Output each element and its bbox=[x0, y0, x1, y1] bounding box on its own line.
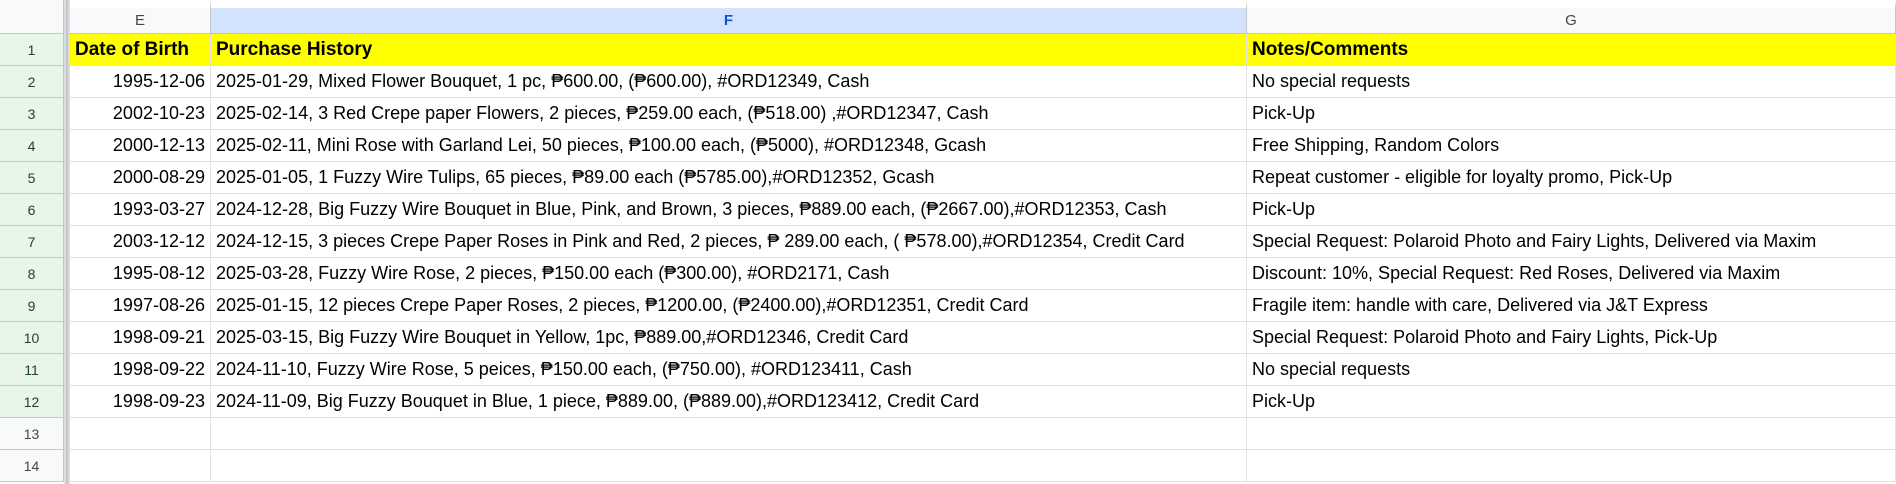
row-header[interactable]: 14 bbox=[0, 450, 64, 482]
cell-date-of-birth[interactable]: 1998-09-22 bbox=[70, 354, 211, 386]
header-purchase-history[interactable]: Purchase History bbox=[211, 34, 1247, 66]
header-date-of-birth[interactable]: Date of Birth bbox=[70, 34, 211, 66]
table-row: 1998-09-22 2024-11-10, Fuzzy Wire Rose, 5… bbox=[70, 354, 1896, 386]
row-header[interactable]: 1 bbox=[0, 34, 64, 66]
cell-date-of-birth[interactable]: 1998-09-21 bbox=[70, 322, 211, 354]
column-header-f[interactable]: F bbox=[211, 0, 1247, 34]
table-row: 1995-08-12 2025-03-28, Fuzzy Wire Rose, 2… bbox=[70, 258, 1896, 290]
cell-purchase-history[interactable]: 2025-02-11, Mini Rose with Garland Lei, … bbox=[211, 130, 1247, 162]
cell-purchase-history[interactable]: 2025-01-05, 1 Fuzzy Wire Tulips, 65 piec… bbox=[211, 162, 1247, 194]
cell-notes[interactable]: Pick-Up bbox=[1247, 386, 1896, 418]
cell-date-of-birth[interactable]: 1997-08-26 bbox=[70, 290, 211, 322]
row-header[interactable]: 5 bbox=[0, 162, 64, 194]
table-row: 1997-08-26 2025-01-15, 12 pieces Crepe Pa… bbox=[70, 290, 1896, 322]
cell-notes[interactable]: Fragile item: handle with care, Delivere… bbox=[1247, 290, 1896, 322]
cell-purchase-history[interactable]: 2024-11-10, Fuzzy Wire Rose, 5 peices, ₱… bbox=[211, 354, 1247, 386]
table-row: 1998-09-21 2025-03-15, Big Fuzzy Wire Bou… bbox=[70, 322, 1896, 354]
cell-purchase-history[interactable] bbox=[211, 450, 1247, 482]
table-row: 1995-12-06 2025-01-29, Mixed Flower Bouqu… bbox=[70, 66, 1896, 98]
cell-notes[interactable]: Free Shipping, Random Colors bbox=[1247, 130, 1896, 162]
cell-notes[interactable]: Special Request: Polaroid Photo and Fair… bbox=[1247, 226, 1896, 258]
spreadsheet-grid: E F G 1 2 3 4 5 6 7 8 9 10 11 12 13 14 Date of Birth P… bbox=[0, 0, 1896, 484]
select-all-corner[interactable] bbox=[0, 0, 64, 34]
row-header[interactable]: 12 bbox=[0, 386, 64, 418]
table-row: 1993-03-27 2024-12-28, Big Fuzzy Wire Bou… bbox=[70, 194, 1896, 226]
cell-date-of-birth[interactable]: 1995-08-12 bbox=[70, 258, 211, 290]
table-row: 2002-10-23 2025-02-14, 3 Red Crepe paper … bbox=[70, 98, 1896, 130]
cell-purchase-history[interactable]: 2025-01-15, 12 pieces Crepe Paper Roses,… bbox=[211, 290, 1247, 322]
cell-notes[interactable] bbox=[1247, 450, 1896, 482]
row-header[interactable]: 9 bbox=[0, 290, 64, 322]
cell-date-of-birth[interactable] bbox=[70, 418, 211, 450]
table-row: 2000-08-29 2025-01-05, 1 Fuzzy Wire Tulip… bbox=[70, 162, 1896, 194]
cell-date-of-birth[interactable]: 1998-09-23 bbox=[70, 386, 211, 418]
header-row: Date of Birth Purchase History Notes/Comme… bbox=[70, 34, 1896, 66]
row-header[interactable]: 2 bbox=[0, 66, 64, 98]
cell-purchase-history[interactable]: 2025-02-14, 3 Red Crepe paper Flowers, 2… bbox=[211, 98, 1247, 130]
row-header[interactable]: 7 bbox=[0, 226, 64, 258]
row-header[interactable]: 3 bbox=[0, 98, 64, 130]
cell-date-of-birth[interactable]: 1995-12-06 bbox=[70, 66, 211, 98]
cell-notes[interactable]: Pick-Up bbox=[1247, 194, 1896, 226]
cell-notes[interactable]: Repeat customer - eligible for loyalty p… bbox=[1247, 162, 1896, 194]
cell-date-of-birth[interactable]: 2000-12-13 bbox=[70, 130, 211, 162]
row-header[interactable]: 13 bbox=[0, 418, 64, 450]
table-row bbox=[70, 418, 1896, 450]
cell-date-of-birth[interactable]: 1993-03-27 bbox=[70, 194, 211, 226]
cell-purchase-history[interactable]: 2025-01-29, Mixed Flower Bouquet, 1 pc, … bbox=[211, 66, 1247, 98]
cell-date-of-birth[interactable]: 2002-10-23 bbox=[70, 98, 211, 130]
cell-purchase-history[interactable]: 2024-12-28, Big Fuzzy Wire Bouquet in Bl… bbox=[211, 194, 1247, 226]
row-header[interactable]: 11 bbox=[0, 354, 64, 386]
cell-purchase-history[interactable] bbox=[211, 418, 1247, 450]
cell-notes[interactable]: Discount: 10%, Special Request: Red Rose… bbox=[1247, 258, 1896, 290]
column-header-g[interactable]: G bbox=[1247, 0, 1896, 34]
column-header-e[interactable]: E bbox=[70, 0, 211, 34]
row-header[interactable]: 8 bbox=[0, 258, 64, 290]
row-header[interactable]: 4 bbox=[0, 130, 64, 162]
table-row: 1998-09-23 2024-11-09, Big Fuzzy Bouquet … bbox=[70, 386, 1896, 418]
cell-notes[interactable]: Pick-Up bbox=[1247, 98, 1896, 130]
cell-notes[interactable] bbox=[1247, 418, 1896, 450]
table-row: 2000-12-13 2025-02-11, Mini Rose with Gar… bbox=[70, 130, 1896, 162]
row-header[interactable]: 10 bbox=[0, 322, 64, 354]
cell-purchase-history[interactable]: 2024-12-15, 3 pieces Crepe Paper Roses i… bbox=[211, 226, 1247, 258]
table-row: 2003-12-12 2024-12-15, 3 pieces Crepe Pap… bbox=[70, 226, 1896, 258]
cell-purchase-history[interactable]: 2025-03-28, Fuzzy Wire Rose, 2 pieces, ₱… bbox=[211, 258, 1247, 290]
cell-purchase-history[interactable]: 2025-03-15, Big Fuzzy Wire Bouquet in Ye… bbox=[211, 322, 1247, 354]
cell-notes[interactable]: Special Request: Polaroid Photo and Fair… bbox=[1247, 322, 1896, 354]
table-row bbox=[70, 450, 1896, 482]
cell-date-of-birth[interactable]: 2003-12-12 bbox=[70, 226, 211, 258]
cell-notes[interactable]: No special requests bbox=[1247, 66, 1896, 98]
cell-purchase-history[interactable]: 2024-11-09, Big Fuzzy Bouquet in Blue, 1… bbox=[211, 386, 1247, 418]
cell-date-of-birth[interactable]: 2000-08-29 bbox=[70, 162, 211, 194]
header-notes[interactable]: Notes/Comments bbox=[1247, 34, 1896, 66]
cell-date-of-birth[interactable] bbox=[70, 450, 211, 482]
row-header[interactable]: 6 bbox=[0, 194, 64, 226]
cell-notes[interactable]: No special requests bbox=[1247, 354, 1896, 386]
